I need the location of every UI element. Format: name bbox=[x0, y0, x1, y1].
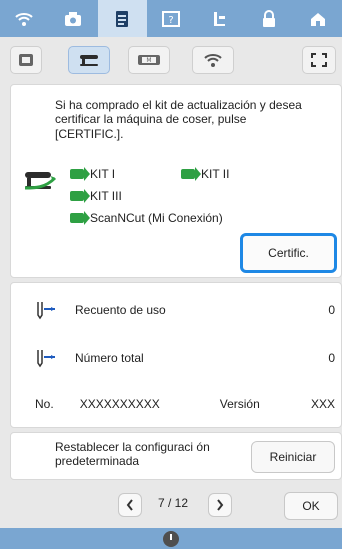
fullscreen-tab[interactable] bbox=[302, 46, 336, 74]
wifi-tab[interactable] bbox=[0, 0, 49, 37]
wifi-icon bbox=[15, 12, 34, 26]
reset-description: Restablecer la configuraci ón predetermi… bbox=[55, 440, 210, 468]
help-icon: ? bbox=[162, 10, 180, 27]
usage-count-row: Recuento de uso 0 bbox=[35, 299, 335, 321]
lock-tab[interactable] bbox=[244, 0, 293, 37]
upgrade-arrow-icon bbox=[70, 189, 90, 203]
serial-no-value: XXXXXXXXXX bbox=[79, 397, 160, 411]
sewing-machine-icon bbox=[80, 55, 98, 66]
reset-button[interactable]: Reiniciar bbox=[251, 441, 335, 473]
total-count-value: 0 bbox=[328, 351, 335, 365]
home-icon bbox=[310, 12, 325, 26]
page-indicator: 7 / 12 bbox=[157, 496, 189, 510]
frame-icon bbox=[19, 54, 33, 66]
document-tab[interactable] bbox=[97, 0, 147, 37]
svg-text:M: M bbox=[146, 57, 151, 64]
certify-panel: Si ha comprado el kit de actualización y… bbox=[10, 84, 342, 278]
sensor-icon bbox=[213, 11, 225, 26]
frame-tab[interactable] bbox=[10, 46, 42, 74]
kit-scanncut: ScanNCut (Mi Conexión) bbox=[70, 211, 223, 225]
next-page-button[interactable] bbox=[208, 493, 232, 517]
clock-icon bbox=[163, 530, 179, 547]
wifi-settings-tab[interactable] bbox=[192, 46, 234, 74]
version-label: Versión bbox=[219, 397, 260, 411]
pager: 7 / 12 OK bbox=[0, 490, 342, 524]
reset-panel: Restablecer la configuraci ón predetermi… bbox=[10, 432, 342, 480]
upgrade-arrow-icon bbox=[70, 211, 90, 225]
usage-count-value: 0 bbox=[328, 303, 335, 317]
camera-tab[interactable] bbox=[49, 0, 98, 37]
wifi-icon bbox=[204, 54, 222, 67]
upgrade-arrow-icon bbox=[181, 167, 201, 181]
embroidery-tab[interactable]: M bbox=[128, 46, 170, 74]
fullscreen-icon bbox=[311, 53, 327, 67]
certify-button[interactable]: Certific. bbox=[240, 233, 337, 273]
ok-button[interactable]: OK bbox=[284, 492, 338, 520]
sensor-tab[interactable] bbox=[195, 0, 244, 37]
sewing-machine-icon bbox=[21, 168, 61, 194]
needle-total-icon bbox=[37, 350, 55, 368]
chevron-left-icon bbox=[126, 499, 133, 511]
settings-category-bar: M bbox=[0, 37, 342, 78]
lock-icon bbox=[262, 9, 275, 27]
chevron-right-icon bbox=[217, 499, 224, 511]
kit-i: KIT I bbox=[70, 167, 115, 181]
total-count-label: Número total bbox=[75, 351, 144, 365]
help-tab[interactable]: ? bbox=[147, 0, 196, 37]
info-panel: Recuento de uso 0 Número total 0 No. XXX… bbox=[10, 282, 342, 428]
sewing-machine-tab[interactable] bbox=[68, 46, 110, 74]
svg-text:?: ? bbox=[168, 15, 173, 26]
needle-count-icon bbox=[37, 302, 55, 320]
certify-description: Si ha comprado el kit de actualización y… bbox=[55, 98, 302, 141]
embroidery-icon: M bbox=[138, 55, 160, 65]
version-value: XXX bbox=[310, 397, 335, 411]
usage-count-label: Recuento de uso bbox=[75, 303, 166, 317]
kit-ii: KIT II bbox=[181, 167, 229, 181]
total-count-row: Número total 0 bbox=[35, 347, 335, 369]
serial-version-row: No. XXXXXXXXXX Versión XXX bbox=[35, 393, 335, 415]
document-icon bbox=[116, 10, 129, 27]
home-tab[interactable] bbox=[293, 0, 342, 37]
kit-iii: KIT III bbox=[70, 189, 122, 203]
top-tab-bar: ? bbox=[0, 0, 342, 37]
serial-no-label: No. bbox=[35, 397, 54, 411]
previous-page-button[interactable] bbox=[118, 493, 142, 517]
upgrade-arrow-icon bbox=[70, 167, 90, 181]
bottom-status-bar bbox=[0, 528, 342, 549]
camera-icon bbox=[65, 11, 82, 26]
